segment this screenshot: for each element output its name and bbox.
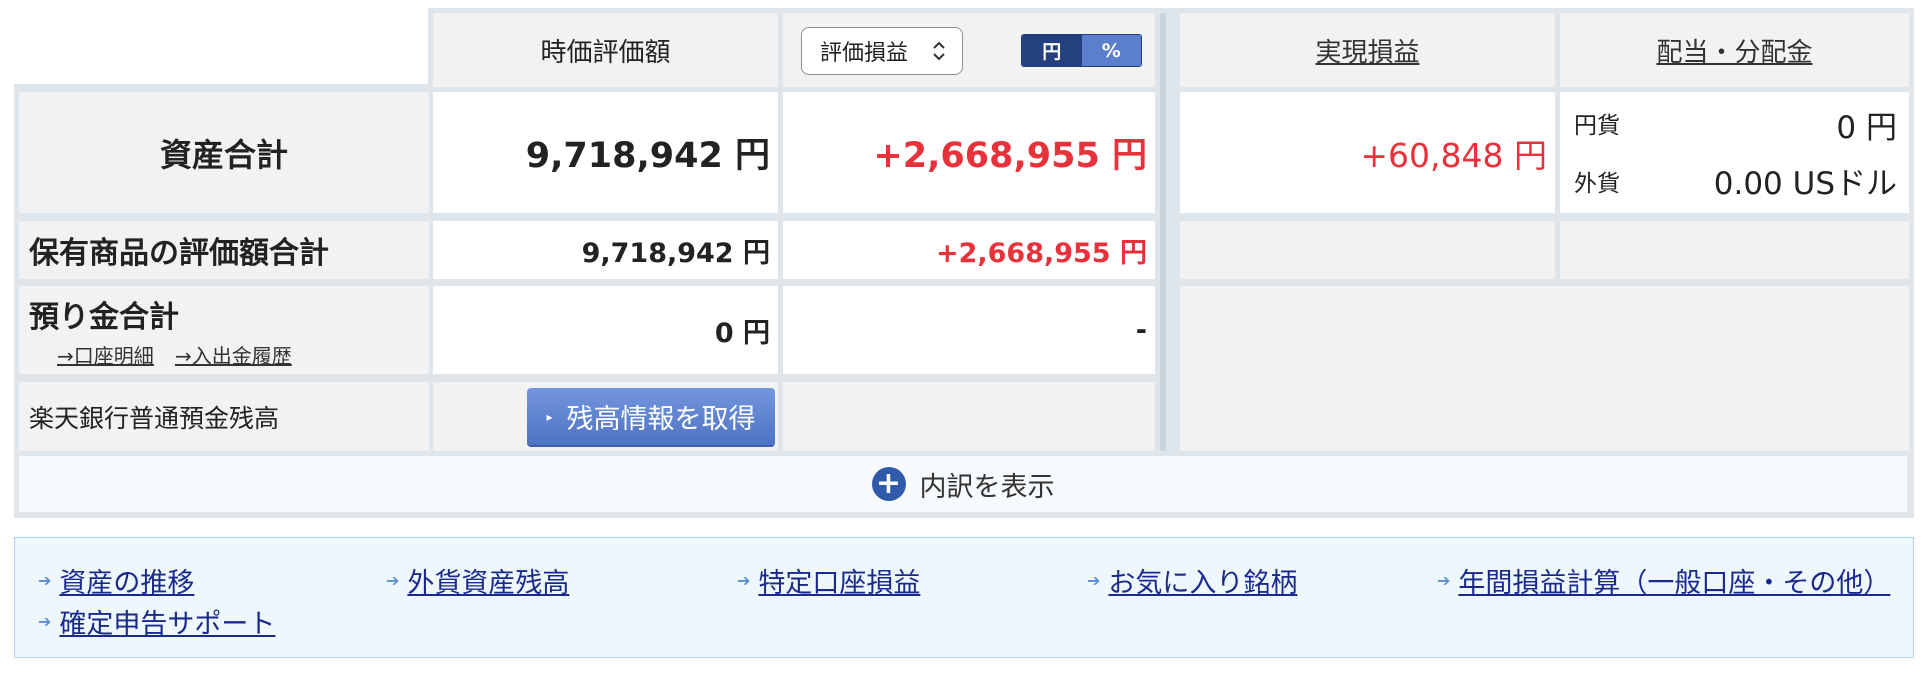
plus-circle-icon: + bbox=[871, 467, 906, 501]
right-empty-block bbox=[1180, 286, 1909, 451]
deposits-unrealized-cell: - bbox=[783, 286, 1155, 374]
arrow-right-icon: ➔ bbox=[1087, 571, 1101, 590]
holdings-realized-cell bbox=[1180, 221, 1555, 279]
total-assets-label: 資産合計 bbox=[159, 135, 288, 174]
arrow-right-icon: ➔ bbox=[38, 612, 52, 631]
link-annual-pl[interactable]: ➔ 年間損益計算（一般口座・その他） bbox=[1437, 561, 1890, 600]
holdings-label-cell: 保有商品の評価額合計 bbox=[19, 221, 429, 279]
holdings-market-value-cell: 9,718,942 円 bbox=[433, 221, 778, 279]
total-realized-cell: +60,848 円 bbox=[1180, 92, 1555, 213]
arrow-right-icon: ➔ bbox=[38, 571, 52, 590]
total-realized: +60,848 円 bbox=[1360, 135, 1547, 175]
total-unrealized-cell: +2,668,955 円 bbox=[783, 92, 1155, 213]
show-breakdown-row[interactable]: + 内訳を表示 bbox=[19, 456, 1907, 512]
link-label[interactable]: 確定申告サポート bbox=[59, 602, 275, 641]
pl-type-select[interactable]: 評価損益 bbox=[801, 27, 963, 75]
arrow-right-icon: ➔ bbox=[1437, 571, 1451, 590]
unit-toggle: 円 % bbox=[1021, 34, 1142, 67]
header-market-value: 時価評価額 bbox=[433, 13, 778, 87]
pl-type-select-value: 評価損益 bbox=[820, 41, 909, 66]
link-fx-assets[interactable]: ➔ 外貨資産残高 bbox=[386, 561, 569, 600]
header-market-value-label: 時価評価額 bbox=[540, 37, 671, 68]
total-unrealized: +2,668,955 円 bbox=[873, 136, 1147, 176]
bank-label-cell: 楽天銀行普通預金残高 bbox=[19, 382, 429, 451]
holdings-market-value: 9,718,942 円 bbox=[581, 237, 770, 269]
div-yen-label: 円貨 bbox=[1574, 113, 1620, 139]
total-dividends-cell: 円貨 0 円 外貨 0.00 USドル bbox=[1560, 92, 1909, 213]
toggle-percent[interactable]: % bbox=[1081, 35, 1141, 66]
bank-balance-label: 楽天銀行普通預金残高 bbox=[29, 403, 280, 433]
holdings-dividends-cell bbox=[1560, 221, 1909, 279]
toggle-yen[interactable]: 円 bbox=[1022, 35, 1082, 66]
show-breakdown-label: 内訳を表示 bbox=[919, 471, 1055, 503]
link-label[interactable]: 年間損益計算（一般口座・その他） bbox=[1458, 561, 1890, 600]
triangle-right-icon: ▸ bbox=[546, 409, 553, 424]
div-fx-value: 0.00 USドル bbox=[1713, 166, 1897, 202]
column-gap bbox=[1160, 13, 1176, 451]
link-label[interactable]: 特定口座損益 bbox=[758, 561, 920, 600]
link-favorites[interactable]: ➔ お気に入り銘柄 bbox=[1087, 561, 1297, 600]
header-realized-link[interactable]: 実現損益 bbox=[1315, 32, 1419, 69]
div-fx-label: 外貨 bbox=[1574, 171, 1620, 197]
deposits-label-cell: 預り金合計 →口座明細 →入出金履歴 bbox=[19, 286, 429, 374]
deposits-market-value-cell: 0 円 bbox=[433, 286, 778, 374]
deposits-label: 預り金合計 bbox=[29, 300, 179, 335]
holdings-label: 保有商品の評価額合計 bbox=[29, 236, 329, 271]
bank-empty-cell bbox=[783, 382, 1155, 451]
total-market-value-cell: 9,718,942 円 bbox=[433, 92, 778, 213]
account-detail-link[interactable]: →口座明細 bbox=[57, 340, 154, 369]
link-specific-account-pl[interactable]: ➔ 特定口座損益 bbox=[737, 561, 920, 600]
header-dividends-link[interactable]: 配当・分配金 bbox=[1656, 32, 1812, 69]
total-label-cell: 資産合計 bbox=[19, 92, 429, 213]
fetch-balance-button-label: 残高情報を取得 bbox=[566, 404, 756, 435]
link-asset-trend[interactable]: ➔ 資産の推移 bbox=[38, 561, 194, 600]
arrow-right-icon: ➔ bbox=[737, 571, 751, 590]
link-label[interactable]: お気に入り銘柄 bbox=[1108, 561, 1297, 600]
deposit-history-link[interactable]: →入出金履歴 bbox=[175, 340, 292, 369]
div-yen-value: 0 円 bbox=[1836, 110, 1897, 146]
total-market-value: 9,718,942 円 bbox=[525, 136, 770, 176]
holdings-unrealized: +2,668,955 円 bbox=[935, 237, 1147, 269]
fetch-balance-button[interactable]: ▸ 残高情報を取得 bbox=[527, 388, 775, 445]
holdings-unrealized-cell: +2,668,955 円 bbox=[783, 221, 1155, 279]
link-tax-return-support[interactable]: ➔ 確定申告サポート bbox=[38, 602, 275, 641]
link-label[interactable]: 資産の推移 bbox=[59, 561, 194, 600]
deposits-unrealized: - bbox=[1135, 314, 1147, 346]
link-label[interactable]: 外貨資産残高 bbox=[407, 561, 569, 600]
deposits-market-value: 0 円 bbox=[714, 317, 770, 349]
header-dividends[interactable]: 配当・分配金 bbox=[1560, 13, 1909, 87]
updown-chevron-icon bbox=[933, 41, 945, 61]
arrow-right-icon: ➔ bbox=[386, 571, 400, 590]
header-realized[interactable]: 実現損益 bbox=[1180, 13, 1555, 87]
